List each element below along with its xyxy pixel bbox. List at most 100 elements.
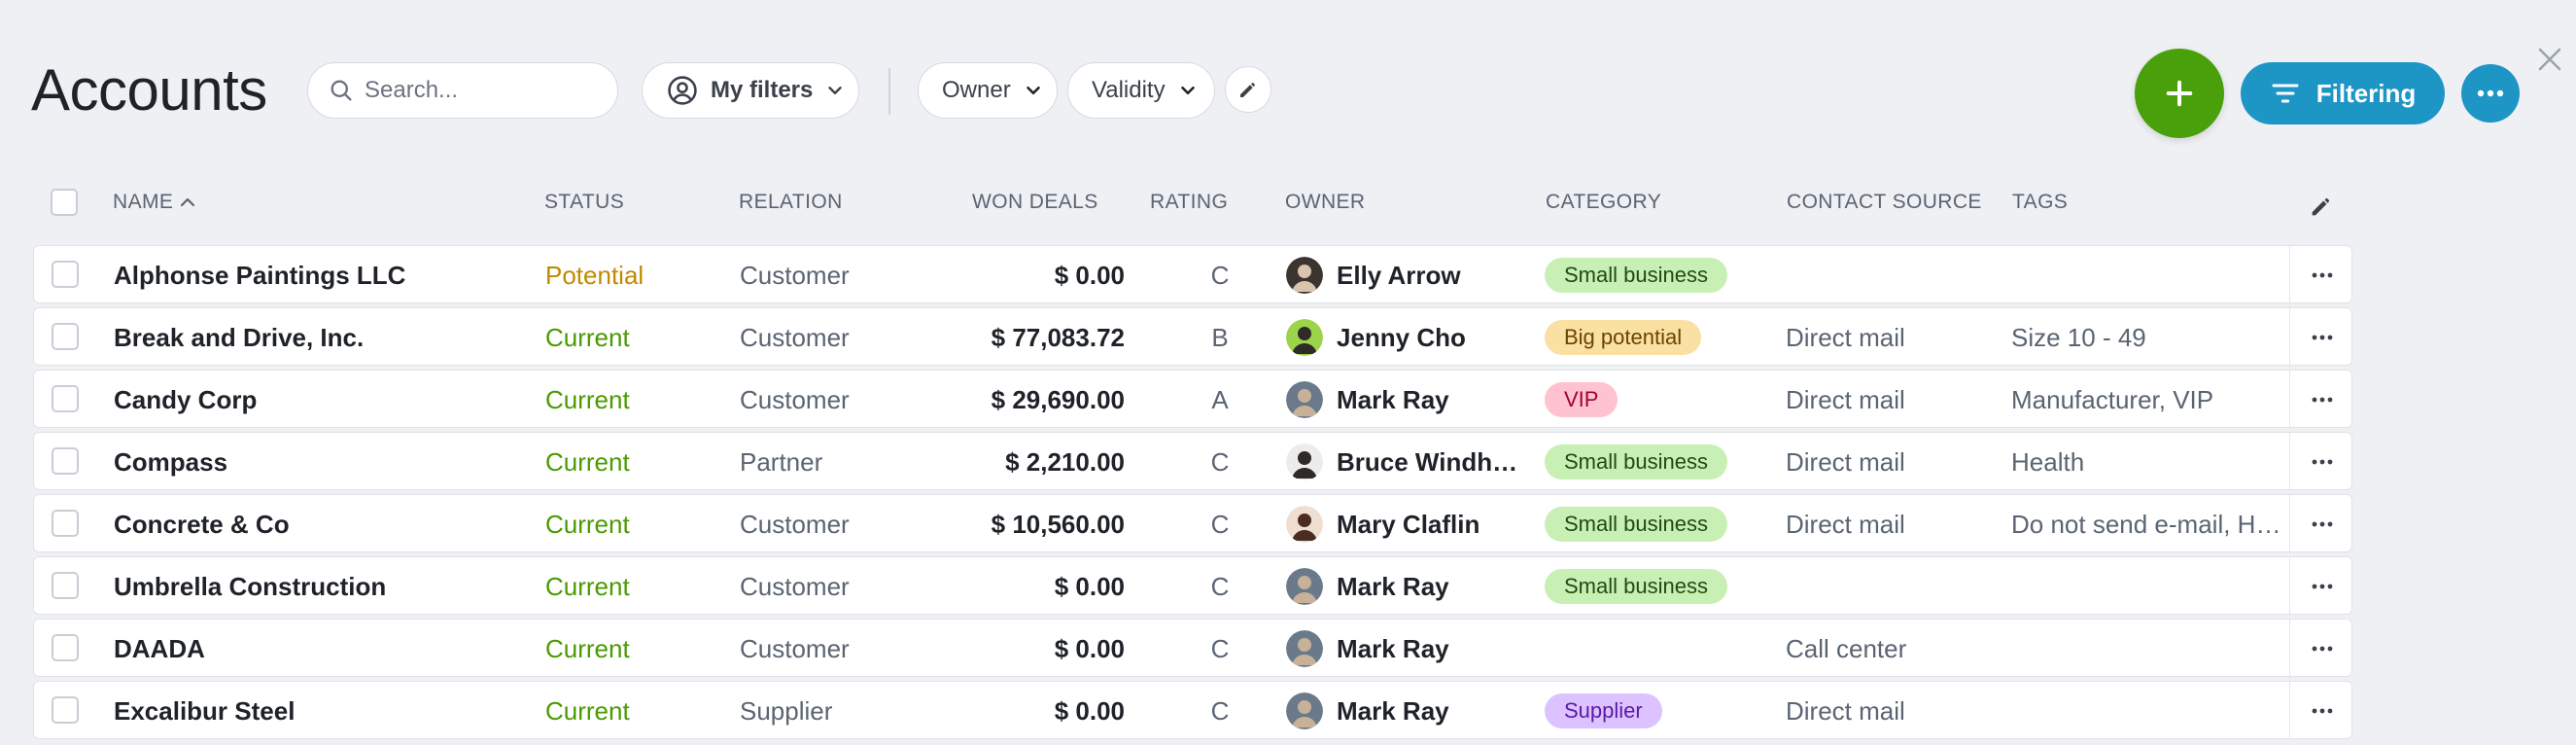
category-cell: Small business bbox=[1545, 495, 1778, 553]
tags-text: Size 10 - 49 bbox=[2011, 322, 2146, 352]
category-badge: VIP bbox=[1545, 382, 1619, 417]
my-filters-dropdown[interactable]: My filters bbox=[642, 62, 859, 119]
row-checkbox[interactable] bbox=[52, 261, 79, 288]
account-name-link[interactable]: Umbrella Construction bbox=[114, 557, 522, 616]
tags-cell: Health bbox=[2011, 433, 2283, 491]
account-name-link[interactable]: Alphonse Paintings LLC bbox=[114, 246, 522, 304]
contact-source-text: Direct mail bbox=[1786, 695, 1905, 726]
filtering-button[interactable]: Filtering bbox=[2241, 62, 2445, 124]
won-deals-value: $ 0.00 bbox=[1054, 633, 1125, 663]
relation-text: Customer bbox=[740, 384, 850, 414]
column-header-rating[interactable]: RATING bbox=[1150, 191, 1228, 214]
contact-source-text: Call center bbox=[1786, 633, 1907, 663]
row-checkbox[interactable] bbox=[52, 447, 79, 475]
table-header: NAME STATUS RELATION WON DEALS RATING OW… bbox=[33, 183, 2352, 222]
category-cell: Small business bbox=[1545, 433, 1778, 491]
row-actions-button[interactable] bbox=[2289, 495, 2353, 553]
pencil-icon bbox=[1240, 83, 1255, 97]
column-header-status[interactable]: STATUS bbox=[544, 191, 624, 214]
account-name-link[interactable]: DAADA bbox=[114, 620, 522, 678]
won-deals-value: $ 0.00 bbox=[1054, 695, 1125, 726]
won-deals-value: $ 0.00 bbox=[1054, 260, 1125, 290]
add-button[interactable] bbox=[2135, 49, 2224, 138]
account-name-link[interactable]: Break and Drive, Inc. bbox=[114, 308, 522, 367]
column-header-owner[interactable]: OWNER bbox=[1285, 191, 1366, 214]
column-header-tags[interactable]: TAGS bbox=[2012, 191, 2068, 214]
tags-text: Do not send e-mail, H… bbox=[2011, 509, 2281, 539]
row-actions-button[interactable] bbox=[2289, 620, 2353, 678]
row-checkbox[interactable] bbox=[52, 634, 79, 661]
row-actions-button[interactable] bbox=[2289, 682, 2353, 740]
owner-filter-label: Owner bbox=[942, 77, 1011, 103]
tags-cell bbox=[2011, 557, 2283, 616]
owner-cell[interactable]: Jenny Cho bbox=[1286, 308, 1529, 367]
owner-cell[interactable]: Mark Ray bbox=[1286, 557, 1529, 616]
owner-cell[interactable]: Mary Claflin bbox=[1286, 495, 1529, 553]
more-actions-button[interactable] bbox=[2461, 64, 2520, 123]
category-cell: Small business bbox=[1545, 557, 1778, 616]
table-row[interactable]: Candy Corp Current Customer $ 29,690.00 A Mar… bbox=[33, 370, 2353, 429]
owner-cell[interactable]: Mark Ray bbox=[1286, 371, 1529, 429]
account-name-link[interactable]: Excalibur Steel bbox=[114, 682, 522, 740]
contact-source-text: Direct mail bbox=[1786, 384, 1905, 414]
status-text: Current bbox=[545, 322, 630, 352]
table-row[interactable]: Compass Current Partner $ 2,210.00 C Bruce Wi… bbox=[33, 432, 2353, 491]
owner-cell[interactable]: Bruce Windh… bbox=[1286, 433, 1529, 491]
edit-columns-icon[interactable] bbox=[2308, 193, 2335, 220]
rating-value: C bbox=[1210, 509, 1230, 539]
contact-source-text bbox=[1786, 557, 2000, 616]
column-header-name[interactable]: NAME bbox=[113, 191, 196, 214]
category-cell: Small business bbox=[1545, 246, 1778, 304]
row-checkbox[interactable] bbox=[52, 696, 79, 724]
row-actions-button[interactable] bbox=[2289, 246, 2353, 304]
avatar bbox=[1286, 319, 1323, 356]
select-all-checkbox[interactable] bbox=[51, 189, 78, 216]
ellipsis-icon bbox=[2477, 89, 2504, 97]
validity-filter-label: Validity bbox=[1092, 77, 1166, 103]
owner-name: Mary Claflin bbox=[1337, 509, 1480, 539]
ellipsis-icon bbox=[2312, 708, 2332, 714]
row-checkbox[interactable] bbox=[52, 510, 79, 537]
search-input[interactable] bbox=[365, 77, 598, 104]
row-actions-button[interactable] bbox=[2289, 557, 2353, 616]
table-row[interactable]: Break and Drive, Inc. Current Customer $ 77… bbox=[33, 307, 2353, 367]
validity-filter-dropdown[interactable]: Validity bbox=[1067, 62, 1215, 119]
close-icon[interactable] bbox=[2535, 45, 2564, 74]
row-checkbox[interactable] bbox=[52, 323, 79, 350]
edit-filters-button[interactable] bbox=[1225, 66, 1271, 113]
table-row[interactable]: DAADA Current Customer $ 0.00 C Mark Ray Call … bbox=[33, 619, 2353, 678]
owner-cell[interactable]: Mark Ray bbox=[1286, 682, 1529, 740]
column-header-category[interactable]: CATEGORY bbox=[1546, 191, 1661, 214]
row-actions-button[interactable] bbox=[2289, 371, 2353, 429]
owner-cell[interactable]: Mark Ray bbox=[1286, 620, 1529, 678]
row-actions-button[interactable] bbox=[2289, 308, 2353, 367]
column-header-relation[interactable]: RELATION bbox=[739, 191, 843, 214]
table-row[interactable]: Concrete & Co Current Customer $ 10,560.00 C… bbox=[33, 494, 2353, 553]
plus-icon bbox=[2166, 80, 2193, 107]
search-box[interactable] bbox=[307, 62, 618, 119]
table-row[interactable]: Umbrella Construction Current Customer $ 0.… bbox=[33, 556, 2353, 616]
accounts-table-body: Alphonse Paintings LLC Potential Customer $… bbox=[33, 245, 2352, 743]
tags-cell bbox=[2011, 682, 2283, 740]
ellipsis-icon bbox=[2312, 397, 2332, 403]
column-name-label: NAME bbox=[113, 191, 174, 213]
relation-text: Partner bbox=[740, 446, 823, 477]
row-checkbox[interactable] bbox=[52, 572, 79, 599]
rating-value: C bbox=[1210, 633, 1230, 663]
account-name-link[interactable]: Candy Corp bbox=[114, 371, 522, 429]
owner-name: Jenny Cho bbox=[1337, 322, 1466, 352]
owner-filter-dropdown[interactable]: Owner bbox=[918, 62, 1058, 119]
status-text: Current bbox=[545, 384, 630, 414]
owner-cell[interactable]: Elly Arrow bbox=[1286, 246, 1529, 304]
table-row[interactable]: Alphonse Paintings LLC Potential Customer $… bbox=[33, 245, 2353, 304]
column-header-contact-source[interactable]: CONTACT SOURCE bbox=[1787, 191, 1982, 214]
account-name-link[interactable]: Concrete & Co bbox=[114, 495, 522, 553]
tags-text: Health bbox=[2011, 446, 2085, 477]
table-row[interactable]: Excalibur Steel Current Supplier $ 0.00 C Mar… bbox=[33, 681, 2353, 740]
user-circle-icon bbox=[668, 76, 697, 105]
account-name-link[interactable]: Compass bbox=[114, 433, 522, 491]
row-checkbox[interactable] bbox=[52, 385, 79, 412]
row-actions-button[interactable] bbox=[2289, 433, 2353, 491]
owner-name: Mark Ray bbox=[1337, 695, 1449, 726]
column-header-won-deals[interactable]: WON DEALS bbox=[972, 191, 1098, 214]
